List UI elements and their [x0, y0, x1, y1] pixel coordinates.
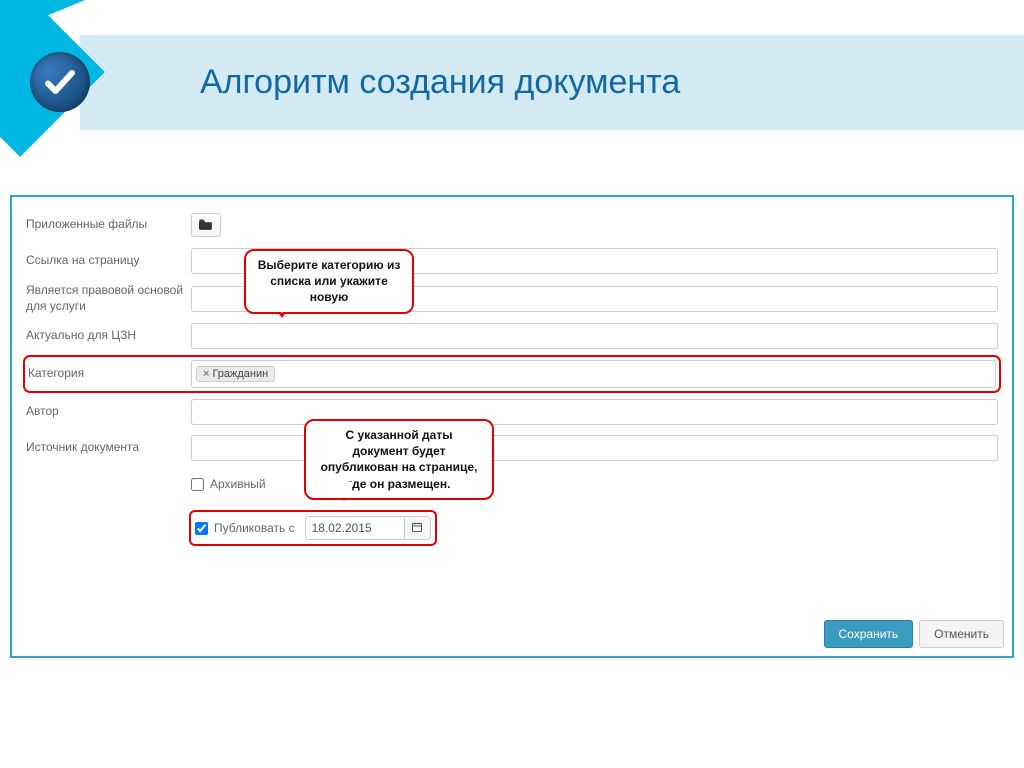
header-badge	[0, 0, 160, 160]
label-author: Автор	[26, 404, 191, 420]
callout-publish: С указанной даты документ будет опублико…	[304, 419, 494, 500]
label-page-link: Ссылка на страницу	[26, 253, 191, 269]
row-attached-files: Приложенные файлы	[26, 211, 998, 239]
publish-checkbox[interactable]	[195, 522, 208, 535]
publish-checkbox-group[interactable]: Публиковать с	[195, 521, 295, 535]
archive-checkbox[interactable]	[191, 478, 204, 491]
archive-label: Архивный	[210, 477, 266, 491]
calendar-icon	[411, 521, 423, 536]
category-tag[interactable]: × Гражданин	[196, 366, 275, 382]
tag-label: Гражданин	[212, 368, 268, 380]
row-source: Источник документа	[26, 434, 998, 462]
action-buttons: Сохранить Отменить	[824, 620, 1004, 648]
row-publish: Публиковать с	[26, 512, 998, 544]
form-panel: Приложенные файлы Ссылка на страницу Явл…	[10, 195, 1014, 658]
row-czn: Актуально для ЦЗН	[26, 322, 998, 350]
row-legal-basis: Является правовой основой для услуги	[26, 283, 998, 314]
save-button[interactable]: Сохранить	[824, 620, 914, 648]
row-page-link: Ссылка на страницу	[26, 247, 998, 275]
label-czn: Актуально для ЦЗН	[26, 328, 191, 344]
publish-block: Публиковать с	[191, 512, 435, 544]
category-input[interactable]: × Гражданин	[191, 360, 996, 388]
title-strip: Алгоритм создания документа	[80, 35, 1024, 130]
label-legal-basis: Является правовой основой для услуги	[26, 283, 191, 314]
remove-tag-icon[interactable]: ×	[203, 368, 209, 380]
callout-category-text: Выберите категорию из списка или укажите…	[258, 258, 401, 304]
publish-date-input[interactable]	[305, 516, 405, 540]
label-category: Категория	[26, 366, 191, 382]
label-attached-files: Приложенные файлы	[26, 217, 191, 233]
label-source: Источник документа	[26, 440, 191, 456]
row-archive: Архивный	[26, 470, 998, 498]
folder-icon	[199, 218, 213, 233]
czn-input[interactable]	[191, 323, 998, 349]
cancel-button[interactable]: Отменить	[919, 620, 1004, 648]
check-icon	[30, 52, 90, 112]
calendar-button[interactable]	[405, 516, 431, 540]
row-author: Автор	[26, 398, 998, 426]
callout-category: Выберите категорию из списка или укажите…	[244, 249, 414, 314]
file-browse-button[interactable]	[191, 213, 221, 237]
page-title: Алгоритм создания документа	[200, 63, 680, 102]
row-category: Категория × Гражданин	[26, 358, 998, 390]
publish-label: Публиковать с	[214, 521, 295, 535]
